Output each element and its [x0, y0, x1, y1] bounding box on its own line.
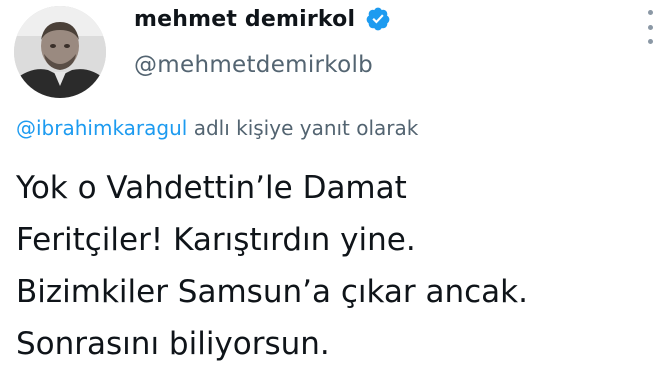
tweet-text-line: Feritçiler! Karıştırdın yine.	[16, 222, 416, 258]
tweet-text: Yok o Vahdettin’le Damat Feritçiler! Kar…	[16, 162, 656, 370]
author-display-name[interactable]: mehmet demirkol	[134, 7, 355, 32]
reply-context-text: adlı kişiye yanıt olarak	[187, 116, 419, 140]
more-dot	[647, 39, 653, 44]
reply-mention-link[interactable]: @ibrahimkaragul	[16, 116, 187, 140]
person-photo-avatar-icon	[14, 6, 106, 98]
reply-context: @ibrahimkaragul adlı kişiye yanıt olarak	[16, 116, 418, 140]
tweet-text-line: Yok o Vahdettin’le Damat	[16, 170, 407, 206]
more-vertical-icon[interactable]	[646, 10, 654, 44]
author-avatar[interactable]	[14, 6, 106, 98]
more-dot	[647, 24, 653, 30]
tweet-text-line: Bizimkiler Samsun’a çıkar ancak.	[16, 274, 528, 310]
author-handle[interactable]: @mehmetdemirkolb	[134, 52, 373, 78]
author-name-row: mehmet demirkol	[134, 6, 391, 32]
more-dot	[647, 10, 653, 15]
tweet-text-line: Sonrasını biliyorsun.	[16, 326, 330, 362]
verified-badge-icon	[365, 6, 391, 32]
tweet-card: mehmet demirkol @mehmetdemirkolb @ibrahi…	[0, 0, 672, 378]
